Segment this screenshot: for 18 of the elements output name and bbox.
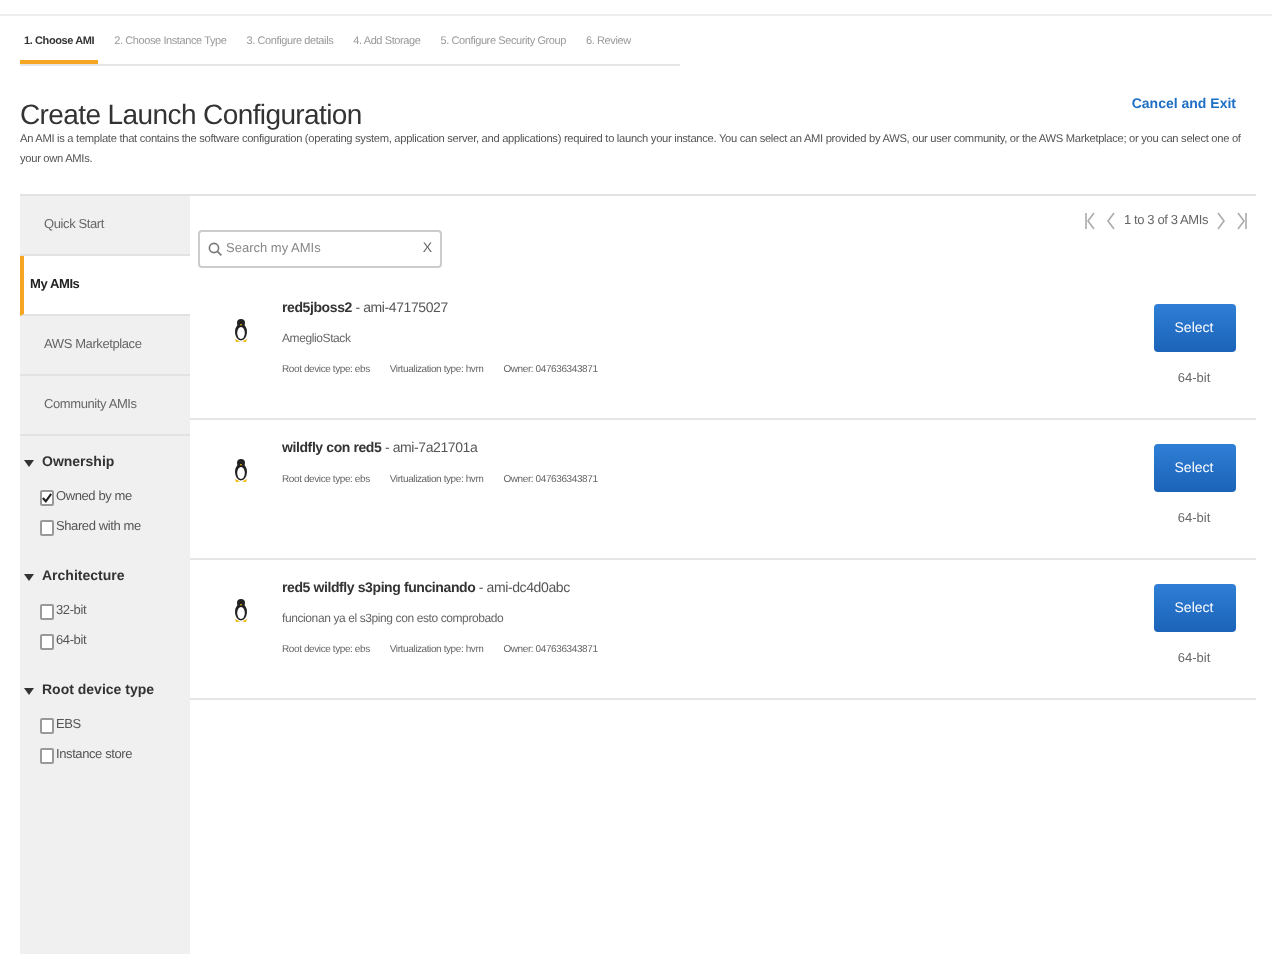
checkbox[interactable]: [40, 717, 54, 733]
first-page-icon[interactable]: [1084, 212, 1097, 230]
checkbox[interactable]: [40, 489, 54, 505]
caret-icon[interactable]: [24, 458, 34, 468]
caret-icon[interactable]: [24, 686, 34, 696]
checkbox[interactable]: [40, 633, 54, 649]
checkbox[interactable]: [40, 519, 54, 535]
penguin-icon: [234, 318, 248, 342]
search-icon: [208, 242, 222, 256]
last-page-icon[interactable]: [1236, 212, 1248, 230]
checkbox[interactable]: [40, 747, 54, 763]
penguin-icon: [234, 598, 248, 622]
checkbox[interactable]: [40, 603, 54, 619]
page-title: Create Launch Configuration: [20, 98, 362, 130]
penguin-icon: [234, 458, 248, 482]
next-page-icon[interactable]: [1216, 212, 1228, 230]
previous-page-icon[interactable]: [1104, 212, 1117, 230]
caret-icon[interactable]: [24, 572, 34, 582]
